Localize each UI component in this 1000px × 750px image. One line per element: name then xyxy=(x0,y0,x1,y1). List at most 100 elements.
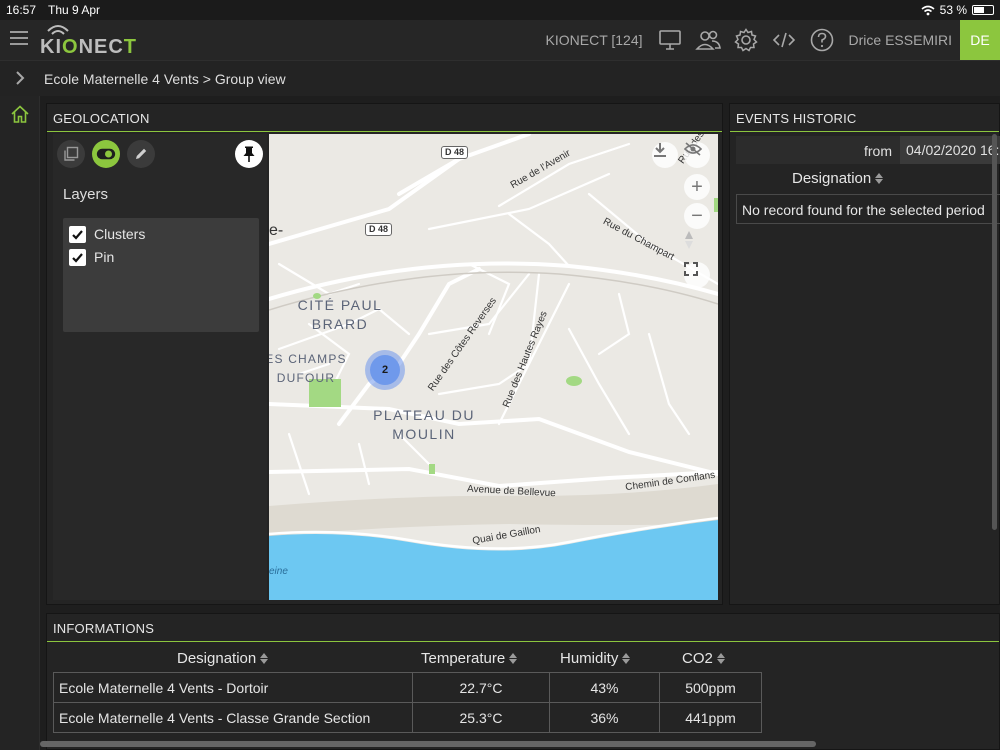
pin-checkbox[interactable] xyxy=(69,248,86,266)
layer-pin[interactable]: Pin xyxy=(69,247,114,267)
logo-text: KIONECT xyxy=(40,36,138,58)
column-label: Temperature xyxy=(421,650,506,667)
users-icon[interactable] xyxy=(694,27,721,53)
humidity-cell: 43% xyxy=(549,672,660,703)
layers-list: Clusters Pin xyxy=(63,218,259,332)
header-actions: KIONECT [124] Drice ESSEMIRI DE xyxy=(546,20,1000,60)
edit-button[interactable] xyxy=(127,140,155,168)
gear-icon[interactable] xyxy=(733,27,759,53)
wifi-icon xyxy=(921,5,935,15)
horizontal-scrollbar[interactable] xyxy=(40,741,816,747)
cluster-marker[interactable]: 2 xyxy=(365,350,405,390)
temperature-cell: 22.7°C xyxy=(412,672,550,703)
column-label: CO2 xyxy=(682,650,713,667)
home-icon[interactable] xyxy=(10,104,30,124)
layers-copy-button[interactable] xyxy=(57,140,85,168)
breadcrumb: Ecole Maternelle 4 Vents > Group view xyxy=(44,71,286,87)
cluster-count: 2 xyxy=(370,355,400,385)
sort-icon xyxy=(875,173,884,184)
layer-label: Pin xyxy=(94,249,115,265)
battery-icon xyxy=(972,5,994,15)
sort-icon xyxy=(622,653,631,664)
code-icon[interactable] xyxy=(771,27,797,53)
river-label: eine xyxy=(269,566,288,577)
battery-percent: 53 % xyxy=(939,3,967,17)
left-rail xyxy=(0,96,40,750)
district-label: CITÉ PAUL BRARD xyxy=(297,297,383,332)
download-icon[interactable] xyxy=(652,142,678,168)
toggle-view-button[interactable] xyxy=(92,140,120,168)
status-time: 16:57 xyxy=(6,3,37,17)
layer-label: Clusters xyxy=(94,226,146,242)
toggle-icon xyxy=(96,148,116,160)
temperature-cell: 25.3°C xyxy=(412,702,550,733)
status-date: Thu 9 Apr xyxy=(48,3,101,17)
table-row[interactable]: Ecole Maternelle 4 Vents - Dortoir 22.7°… xyxy=(53,672,762,703)
column-header-designation[interactable]: Designation xyxy=(177,650,269,667)
pencil-icon xyxy=(136,148,147,159)
date-filter: from 04/02/2020 16: xyxy=(736,136,1000,164)
check-icon xyxy=(72,229,83,240)
status-bar: 16:57 Thu 9 Apr 53 % xyxy=(0,0,1000,20)
panel-accent-line xyxy=(47,641,999,642)
geolocation-title: GEOLOCATION xyxy=(53,111,150,126)
from-date-input[interactable]: 04/02/2020 16: xyxy=(900,136,1000,164)
compass-icon[interactable] xyxy=(684,230,710,256)
column-label: Designation xyxy=(792,170,872,187)
zoom-out-button[interactable]: − xyxy=(684,203,710,229)
status-battery-group: 53 % xyxy=(921,3,994,17)
monitor-icon[interactable] xyxy=(657,27,683,53)
column-header-humidity[interactable]: Humidity xyxy=(560,650,631,667)
informations-panel: INFORMATIONS Designation Temperature Hum… xyxy=(46,613,1000,750)
column-label: Humidity xyxy=(560,650,619,667)
co2-cell: 500ppm xyxy=(659,672,762,703)
panel-accent-line xyxy=(47,131,722,132)
route-badge: D 48 xyxy=(441,146,469,159)
app-header: KIONECT KIONECT [124] Drice ESSEMIRI DE xyxy=(0,20,1000,60)
layer-clusters[interactable]: Clusters xyxy=(69,224,145,244)
route-badge: D 48 xyxy=(365,223,393,236)
pin-button[interactable] xyxy=(235,140,263,168)
co2-cell: 441ppm xyxy=(659,702,762,733)
sort-icon xyxy=(716,653,725,664)
table-row[interactable]: Ecole Maternelle 4 Vents - Classe Grande… xyxy=(53,702,762,733)
column-label: Designation xyxy=(177,650,257,667)
menu-icon[interactable] xyxy=(10,31,28,45)
designation-column-header[interactable]: Designation xyxy=(792,170,884,187)
check-icon xyxy=(72,252,83,263)
map-view[interactable]: D 48 D 48 Rue de l'Avenir Rue du Champar… xyxy=(269,134,718,600)
user-avatar-button[interactable]: DE xyxy=(960,20,1000,60)
district-label: ES CHAMPS DUFOUR xyxy=(269,352,347,385)
layers-title: Layers xyxy=(63,186,109,203)
eye-slash-icon[interactable] xyxy=(684,142,710,168)
sort-icon xyxy=(509,653,518,664)
events-historic-panel: EVENTS HISTORIC from 04/02/2020 16: Desi… xyxy=(729,103,1000,605)
designation-cell: Ecole Maternelle 4 Vents - Classe Grande… xyxy=(53,702,413,733)
vertical-scrollbar[interactable] xyxy=(992,134,997,530)
informations-table: Ecole Maternelle 4 Vents - Dortoir 22.7°… xyxy=(53,672,762,733)
humidity-cell: 36% xyxy=(549,702,660,733)
app-name[interactable]: KIONECT [124] xyxy=(546,32,643,48)
column-header-co2[interactable]: CO2 xyxy=(682,650,725,667)
geolocation-panel: GEOLOCATION Layers Clusters Pin D 48 D 4… xyxy=(46,103,723,605)
designation-cell: Ecole Maternelle 4 Vents - Dortoir xyxy=(53,672,413,703)
from-label: from xyxy=(864,143,892,159)
fullscreen-icon[interactable] xyxy=(684,262,710,288)
pushpin-icon xyxy=(243,146,255,162)
map-sidebar: Layers Clusters Pin xyxy=(53,134,267,600)
empty-message: No record found for the selected period xyxy=(736,194,1000,224)
district-label: PLATEAU DU MOULIN xyxy=(373,407,475,442)
help-icon[interactable] xyxy=(809,27,835,53)
zoom-in-button[interactable]: + xyxy=(684,174,710,200)
user-name[interactable]: Drice ESSEMIRI xyxy=(849,32,952,48)
chevron-right-icon[interactable] xyxy=(12,70,28,86)
clusters-checkbox[interactable] xyxy=(69,225,86,243)
copy-icon xyxy=(64,146,79,161)
informations-title: INFORMATIONS xyxy=(53,621,155,636)
sort-icon xyxy=(260,653,269,664)
panel-accent-line xyxy=(730,131,999,132)
events-title: EVENTS HISTORIC xyxy=(736,111,857,126)
road-label: e- xyxy=(269,222,284,239)
breadcrumb-bar: Ecole Maternelle 4 Vents > Group view xyxy=(0,60,1000,96)
column-header-temperature[interactable]: Temperature xyxy=(421,650,518,667)
